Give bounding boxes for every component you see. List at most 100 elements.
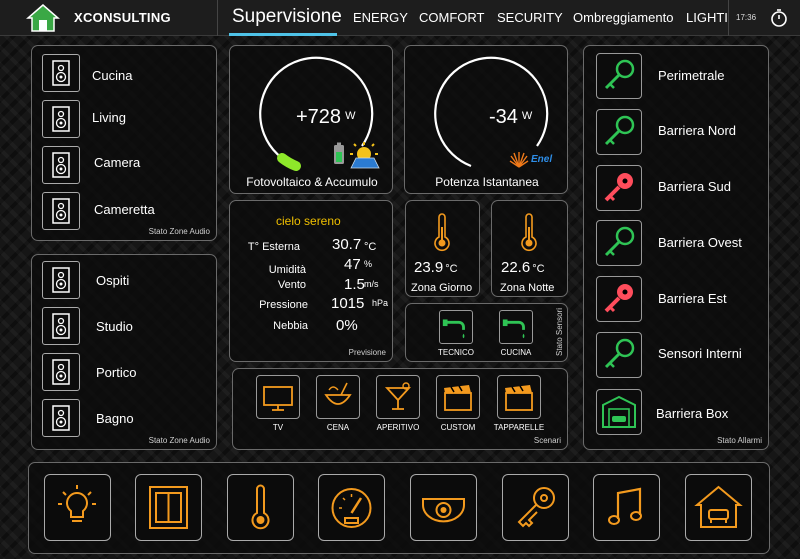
tab-security[interactable]: SECURITY — [497, 10, 563, 25]
scenes-panel: TV CENA APERITIVO CUSTOM TAPPARELLE Scen… — [232, 368, 568, 450]
speaker-icon[interactable] — [42, 146, 80, 184]
audio-zone-label: Living — [92, 110, 126, 125]
alarm-sensori-button[interactable] — [596, 332, 642, 378]
weather-panel[interactable]: cielo sereno T° Esterna 30.7 °C Umidità … — [229, 200, 393, 362]
speaker-icon[interactable] — [42, 261, 80, 299]
nav-cameras-button[interactable] — [410, 474, 477, 541]
weather-unit: °C — [364, 241, 377, 253]
tab-energy[interactable]: ENERGY — [353, 10, 408, 25]
speaker-icon[interactable] — [42, 192, 80, 230]
alarm-perimetrale-button[interactable] — [596, 53, 642, 99]
weather-value: 1.5 — [344, 276, 365, 293]
scene-label: CENA — [326, 423, 350, 432]
audio-zones-panel-2: Ospiti Studio Portico Bagno Stato Zone A… — [31, 254, 217, 450]
weather-condition: cielo sereno — [276, 214, 341, 228]
panel-caption: Stato Sensori — [555, 307, 564, 356]
tab-supervisione[interactable]: Supervisione — [232, 6, 342, 28]
pv-label: Fotovoltaico & Accumulo — [246, 175, 378, 189]
thermometer-icon — [251, 484, 270, 530]
scene-custom-button[interactable] — [436, 375, 480, 419]
zone-day-label: Zona Giorno — [411, 282, 473, 294]
nav-shading-button[interactable] — [135, 474, 202, 541]
alarm-ovest-button[interactable] — [596, 220, 642, 266]
zone-day-panel[interactable]: 23.9 °C Zona Giorno — [405, 200, 480, 297]
scene-label: TAPPARELLE — [493, 423, 545, 432]
tab-comfort[interactable]: COMFORT — [419, 10, 484, 25]
sensors-panel: TECNICO CUCINA Stato Sensori — [405, 303, 568, 362]
water-tap-icon — [502, 319, 525, 339]
scene-cena-button[interactable] — [316, 375, 360, 419]
audio-zone-label: Cameretta — [94, 202, 155, 217]
weather-unit: m/s — [364, 279, 379, 289]
alarm-box-button[interactable] — [596, 389, 642, 435]
key-red-icon — [604, 284, 633, 313]
speaker-icon[interactable] — [42, 100, 80, 138]
weather-value: 1015 — [331, 295, 365, 312]
alarm-label: Barriera Box — [656, 406, 729, 421]
grid-value: -34 W — [489, 106, 533, 128]
alarm-nord-button[interactable] — [596, 109, 642, 155]
key-red-icon — [604, 173, 633, 202]
speaker-icon[interactable] — [42, 54, 80, 92]
scene-aperitivo-button[interactable] — [376, 375, 420, 419]
clock: 17:36 — [736, 13, 757, 22]
home-logo-icon — [26, 4, 60, 32]
window-icon — [149, 486, 188, 529]
nav-audio-button[interactable] — [593, 474, 660, 541]
clapperboard-icon — [505, 385, 533, 411]
nav-home-button[interactable] — [685, 474, 752, 541]
zone-night-label: Zona Notte — [500, 282, 555, 294]
sensor-cucina[interactable] — [499, 310, 533, 344]
brand-name: XCONSULTING — [74, 10, 171, 25]
coconut-drink-icon — [324, 382, 352, 405]
audio-zone-label: Camera — [94, 155, 141, 170]
weather-value: 30.7 — [332, 236, 362, 253]
alarm-est-button[interactable] — [596, 276, 642, 322]
panel-caption: Stato Zone Audio — [148, 227, 210, 236]
alarm-label: Barriera Est — [658, 291, 727, 306]
nav-lighting-button[interactable] — [44, 474, 111, 541]
nav-energy-button[interactable] — [318, 474, 385, 541]
panel-caption: Scenari — [533, 436, 561, 445]
alarm-label: Barriera Sud — [658, 179, 731, 194]
sensor-tecnico[interactable] — [439, 310, 473, 344]
speaker-icon[interactable] — [42, 353, 80, 391]
grid-power-panel[interactable]: -34 W Enel Potenza Istantanea — [404, 45, 568, 194]
weather-label: T° Esterna — [247, 241, 300, 253]
key-green-icon — [604, 226, 635, 257]
key-green-icon — [604, 115, 635, 146]
scene-tv-button[interactable] — [256, 375, 300, 419]
grid-label: Potenza Istantanea — [435, 175, 539, 189]
timer-icon[interactable] — [769, 8, 789, 28]
tab-lighting[interactable]: LIGHTI — [686, 10, 728, 25]
pv-panel[interactable]: +728 W Fotovoltaico & Accumulo — [229, 45, 393, 194]
battery-icon — [334, 142, 344, 164]
speedometer-icon — [331, 488, 372, 528]
brand[interactable]: XCONSULTING — [0, 0, 218, 36]
speaker-icon[interactable] — [42, 307, 80, 345]
tv-icon — [263, 386, 293, 411]
music-icon — [608, 487, 642, 525]
alarm-sud-button[interactable] — [596, 165, 642, 211]
enel-logo-text: Enel — [531, 154, 553, 165]
pv-value: +728 W — [296, 106, 356, 128]
cocktail-icon — [384, 382, 412, 410]
panel-caption: Stato Allarmi — [717, 436, 762, 445]
tab-bar: Supervisione ENERGY COMFORT SECURITY Omb… — [218, 0, 728, 36]
audio-zone-label: Bagno — [96, 411, 134, 426]
nav-security-button[interactable] — [502, 474, 569, 541]
speaker-icon[interactable] — [42, 399, 80, 437]
garage-icon — [602, 395, 636, 428]
audio-zone-label: Ospiti — [96, 273, 130, 288]
solar-sun-icon — [350, 142, 380, 169]
bulb-icon — [58, 485, 96, 522]
weather-label: Pressione — [259, 299, 308, 311]
weather-label: Vento — [277, 279, 306, 291]
alarm-label: Barriera Nord — [658, 123, 737, 138]
nav-climate-button[interactable] — [227, 474, 294, 541]
zone-night-panel[interactable]: 22.6 °C Zona Notte — [491, 200, 568, 297]
panel-caption: Previsione — [348, 348, 386, 357]
alarm-label: Barriera Ovest — [658, 235, 742, 250]
scene-tapparelle-button[interactable] — [497, 375, 541, 419]
tab-ombreggiamento[interactable]: Ombreggiamento — [573, 10, 673, 25]
